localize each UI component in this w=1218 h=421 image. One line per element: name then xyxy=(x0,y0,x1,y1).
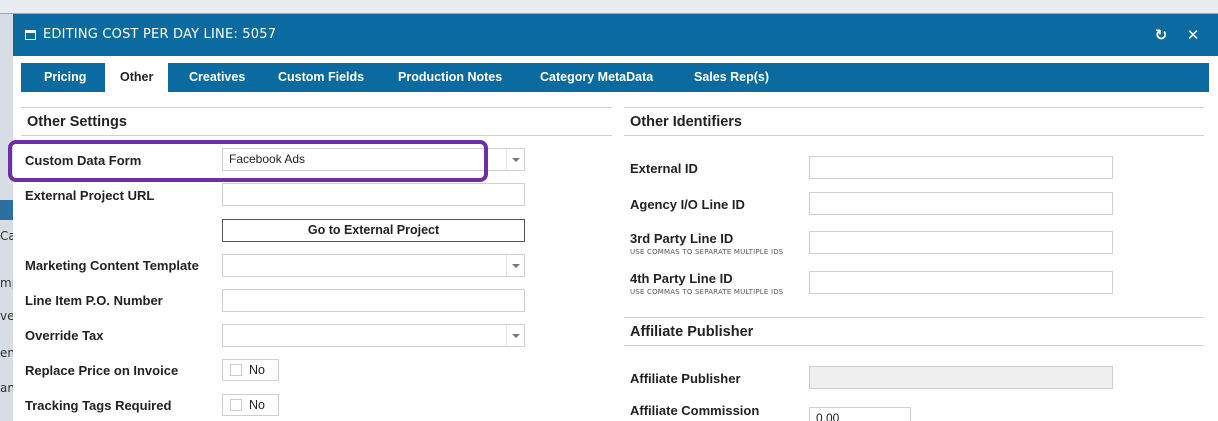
external-project-url-input[interactable] xyxy=(222,183,525,206)
tab-sales-reps[interactable]: Sales Rep(s) xyxy=(694,63,769,92)
background-text: en xyxy=(0,346,13,360)
affiliate-publisher-title: Affiliate Publisher xyxy=(630,324,754,340)
third-party-line-id-hint: USE COMMAS TO SEPARATE MULTIPLE IDS xyxy=(630,248,784,256)
toggle-value: No xyxy=(249,363,265,377)
other-settings-title: Other Settings xyxy=(27,114,127,130)
replace-price-on-invoice-toggle[interactable]: No xyxy=(222,359,279,381)
agency-io-line-id-label: Agency I/O Line ID xyxy=(630,197,745,212)
tab-creatives[interactable]: Creatives xyxy=(189,63,245,92)
tab-custom-fields[interactable]: Custom Fields xyxy=(278,63,364,92)
third-party-line-id-input[interactable] xyxy=(809,231,1113,254)
section-divider xyxy=(624,107,1204,108)
background-app-toolbar xyxy=(0,0,1218,14)
dialog-titlebar[interactable]: EDITING COST PER DAY LINE: 5057 ↻ ✕ xyxy=(13,14,1218,56)
refresh-icon[interactable]: ↻ xyxy=(1150,24,1172,46)
external-project-url-label: External Project URL xyxy=(25,188,155,203)
affiliate-commission-input[interactable]: 0.00 xyxy=(809,407,911,421)
go-to-external-project-button[interactable]: Go to External Project xyxy=(222,219,525,242)
third-party-line-id-label: 3rd Party Line ID xyxy=(630,231,734,246)
tracking-tags-required-toggle[interactable]: No xyxy=(222,394,279,416)
chevron-down-icon[interactable] xyxy=(506,149,524,170)
override-tax-select[interactable] xyxy=(222,324,525,347)
affiliate-commission-label: Affiliate Commission xyxy=(630,403,760,418)
tab-category-metadata[interactable]: Category MetaData xyxy=(540,63,653,92)
tab-pricing[interactable]: Pricing xyxy=(44,63,86,92)
affiliate-publisher-input[interactable] xyxy=(809,366,1113,389)
tab-other[interactable]: Other xyxy=(105,63,169,92)
chevron-down-icon[interactable] xyxy=(506,325,524,346)
tracking-tags-required-label: Tracking Tags Required xyxy=(25,398,172,413)
marketing-content-template-select[interactable] xyxy=(222,254,525,277)
section-divider xyxy=(624,317,1204,318)
tab-strip: Pricing Other Creatives Custom Fields Pr… xyxy=(21,63,1209,92)
affiliate-publisher-label: Affiliate Publisher xyxy=(630,371,741,386)
close-icon[interactable]: ✕ xyxy=(1182,24,1204,46)
fourth-party-line-id-hint: USE COMMAS TO SEPARATE MULTIPLE IDS xyxy=(630,288,784,296)
fourth-party-line-id-input[interactable] xyxy=(809,271,1113,294)
agency-io-line-id-input[interactable] xyxy=(809,192,1113,215)
external-id-input[interactable] xyxy=(809,156,1113,179)
override-tax-label: Override Tax xyxy=(25,328,104,343)
checkbox[interactable] xyxy=(230,364,242,376)
tab-production-notes[interactable]: Production Notes xyxy=(398,63,502,92)
background-app-strip xyxy=(0,200,13,220)
line-item-po-number-input[interactable] xyxy=(222,289,525,312)
section-divider xyxy=(624,345,1204,346)
background-text: mp xyxy=(0,276,13,290)
checkbox[interactable] xyxy=(230,399,242,411)
section-divider xyxy=(21,135,612,136)
section-divider xyxy=(624,135,1204,136)
background-text: Ca xyxy=(0,229,13,243)
replace-price-on-invoice-label: Replace Price on Invoice xyxy=(25,363,179,378)
section-divider xyxy=(21,107,612,108)
dialog-title: EDITING COST PER DAY LINE: 5057 xyxy=(43,27,277,42)
background-text: ve xyxy=(0,309,13,323)
chevron-down-icon[interactable] xyxy=(506,255,524,276)
fourth-party-line-id-label: 4th Party Line ID xyxy=(630,271,733,286)
edit-line-dialog: EDITING COST PER DAY LINE: 5057 ↻ ✕ Pric… xyxy=(13,14,1218,421)
external-id-label: External ID xyxy=(630,161,698,176)
window-icon xyxy=(25,30,36,40)
toggle-value: No xyxy=(249,398,265,412)
marketing-content-template-label: Marketing Content Template xyxy=(25,258,199,273)
highlight-annotation xyxy=(8,140,488,182)
line-item-po-number-label: Line Item P.O. Number xyxy=(25,293,163,308)
background-text: and xyxy=(0,381,13,395)
other-identifiers-title: Other Identifiers xyxy=(630,114,742,130)
